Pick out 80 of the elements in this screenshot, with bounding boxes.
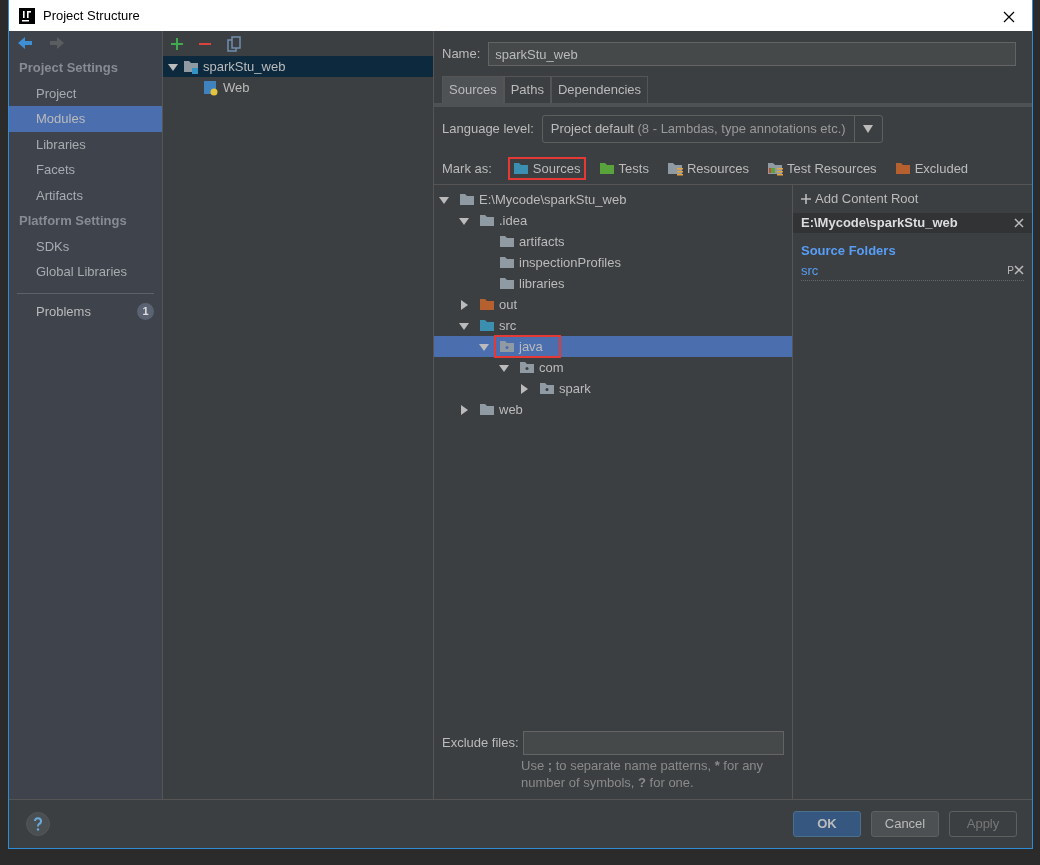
- help-button[interactable]: [26, 812, 50, 836]
- folder-tree-item[interactable]: src: [434, 315, 792, 336]
- folder-icon: [479, 402, 495, 417]
- add-content-root-link[interactable]: Add Content Root: [793, 185, 1032, 213]
- sidebar-item[interactable]: Libraries: [9, 131, 162, 157]
- sidebar-item[interactable]: Artifacts: [9, 182, 162, 208]
- package-prefix-button[interactable]: P: [1007, 262, 1014, 278]
- ok-button[interactable]: OK: [793, 811, 861, 837]
- folder-tree-item[interactable]: out: [434, 294, 792, 315]
- mark-as-option[interactable]: Sources: [507, 156, 586, 180]
- module-name: Web: [223, 78, 250, 97]
- sidebar-heading: Project Settings: [18, 59, 119, 77]
- module-tree-item[interactable]: Web: [163, 77, 433, 98]
- folder-icon: [499, 276, 515, 291]
- folder-tree-item[interactable]: web: [434, 399, 792, 420]
- sidebar-heading: Platform Settings: [18, 212, 128, 230]
- module-name: sparkStu_web: [203, 57, 286, 76]
- module-folder-icon: [183, 59, 199, 74]
- module-tree-item[interactable]: sparkStu_web: [163, 56, 433, 77]
- copy-icon[interactable]: [227, 35, 241, 52]
- folder-icon: [512, 160, 529, 176]
- back-arrow-icon[interactable]: [17, 35, 33, 51]
- sidebar-item[interactable]: Problems: [36, 301, 91, 321]
- folder-tree-item[interactable]: artifacts: [434, 231, 792, 252]
- folder-icon: [499, 234, 515, 249]
- mark-as-option[interactable]: Tests: [593, 156, 654, 180]
- close-icon: [1003, 11, 1015, 24]
- exclude-files-field[interactable]: [522, 731, 784, 755]
- mark-as-option[interactable]: Excluded: [889, 156, 974, 180]
- add-icon: [801, 194, 811, 204]
- sidebar-item[interactable]: SDKs: [9, 233, 162, 259]
- language-level-dropdown[interactable]: Project default (8 - Lambdas, type annotations etc.): [541, 114, 883, 143]
- help-icon: [33, 817, 43, 831]
- close-icon[interactable]: [1014, 218, 1024, 228]
- name-field[interactable]: sparkStu_web: [488, 42, 1016, 66]
- folder-tree-item[interactable]: com: [434, 357, 792, 378]
- window-title: Project Structure: [43, 6, 140, 25]
- close-icon[interactable]: [1014, 265, 1024, 276]
- dialog-button[interactable]: Cancel: [871, 811, 939, 837]
- dropdown-arrow-icon: [863, 124, 874, 133]
- folder-icon: [894, 160, 911, 176]
- folder-tree-item[interactable]: libraries: [434, 273, 792, 294]
- count-badge: 1: [137, 302, 154, 320]
- folder-tree-item[interactable]: inspectionProfiles: [434, 252, 792, 273]
- folder-tree-item[interactable]: E:\Mycode\sparkStu_web: [434, 189, 792, 210]
- mark-as-option[interactable]: Resources: [661, 156, 755, 180]
- folder-icon: [767, 160, 784, 176]
- field-label: Mark as:: [442, 159, 492, 178]
- content-root-path: E:\Mycode\sparkStu_web: [801, 214, 958, 233]
- folder-icon: [479, 213, 495, 228]
- folder-icon: [499, 339, 515, 354]
- add-icon[interactable]: [171, 37, 183, 50]
- source-folder-link[interactable]: src: [801, 260, 819, 280]
- folder-icon: [519, 360, 535, 375]
- field-label: Exclude files:: [442, 734, 519, 753]
- section-heading: Source Folders: [800, 242, 897, 260]
- folder-icon: [479, 318, 495, 333]
- folder-icon: [598, 160, 615, 176]
- app-logo-icon: [19, 7, 35, 24]
- sidebar-item[interactable]: Global Libraries: [9, 259, 162, 285]
- tab[interactable]: Dependencies: [550, 76, 649, 103]
- folder-tree-item[interactable]: spark: [434, 378, 792, 399]
- folder-icon: [499, 255, 515, 270]
- collapsed-arrow-icon[interactable]: [518, 382, 530, 395]
- collapsed-arrow-icon[interactable]: [458, 403, 470, 416]
- field-label: Name:: [442, 45, 481, 64]
- folder-tree-item[interactable]: .idea: [434, 210, 792, 231]
- folder-icon: [459, 192, 475, 207]
- field-label: Language level:: [442, 119, 534, 138]
- sidebar-item[interactable]: Project: [9, 80, 162, 106]
- folder-icon: [666, 160, 683, 176]
- tab[interactable]: Paths: [503, 76, 551, 103]
- tab[interactable]: Sources: [442, 76, 504, 103]
- mark-as-option[interactable]: Test Resources: [762, 156, 882, 180]
- web-facet-icon: [203, 79, 219, 96]
- help-text: Use ; to separate name patterns, * for any number of symbols, ? for one.: [521, 757, 765, 791]
- folder-icon: [539, 381, 555, 396]
- collapsed-arrow-icon[interactable]: [458, 298, 470, 311]
- folder-icon: [479, 297, 495, 312]
- sidebar-item[interactable]: Facets: [9, 157, 162, 183]
